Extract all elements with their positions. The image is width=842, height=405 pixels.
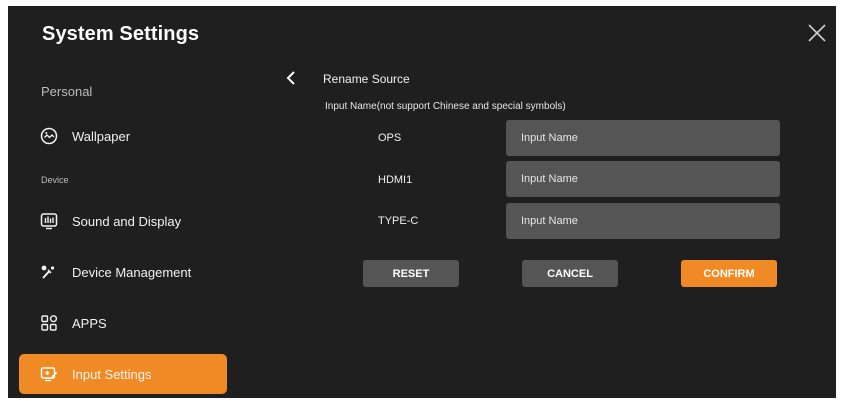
reset-button[interactable]: RESET (363, 260, 459, 287)
sidebar-item-apps[interactable]: APPS (19, 303, 227, 343)
section-label-device: Device (41, 175, 69, 185)
type-c-name-input[interactable] (506, 203, 780, 239)
confirm-button[interactable]: CONFIRM (681, 260, 777, 287)
sidebar-item-input-settings[interactable]: Input Settings (19, 354, 227, 394)
panel-title: Rename Source (323, 72, 410, 86)
wallpaper-icon (40, 127, 58, 145)
sidebar-item-sound-and-display[interactable]: Sound and Display (19, 201, 227, 241)
sidebar-item-label: APPS (72, 315, 107, 331)
device-management-icon (41, 265, 55, 279)
source-label-hdmi1: HDMI1 (378, 174, 413, 186)
apps-grid-icon (41, 315, 58, 331)
hdmi1-name-input[interactable] (506, 161, 780, 197)
system-settings-window: System Settings Personal Wallpaper Devic… (8, 6, 836, 398)
page-title: System Settings (42, 23, 200, 45)
sidebar-item-label: Input Settings (72, 366, 152, 382)
input-settings-icon (40, 367, 58, 382)
source-label-type-c: TYPE-C (378, 215, 419, 227)
source-label-ops: OPS (378, 132, 402, 144)
sidebar-item-label: Device Management (72, 264, 192, 280)
section-label-personal: Personal (41, 84, 93, 99)
sidebar-item-wallpaper[interactable]: Wallpaper (19, 116, 227, 156)
close-icon[interactable] (806, 22, 828, 44)
sidebar-item-device-management[interactable]: Device Management (19, 252, 227, 292)
sidebar-item-label: Wallpaper (72, 128, 131, 144)
sidebar-item-label: Sound and Display (72, 213, 182, 229)
ops-name-input[interactable] (506, 120, 780, 156)
rename-hint-text: Input Name(not support Chinese and speci… (325, 101, 566, 112)
sound-display-icon (40, 213, 58, 230)
cancel-button[interactable]: CANCEL (522, 260, 618, 287)
chevron-left-icon[interactable] (284, 70, 298, 86)
